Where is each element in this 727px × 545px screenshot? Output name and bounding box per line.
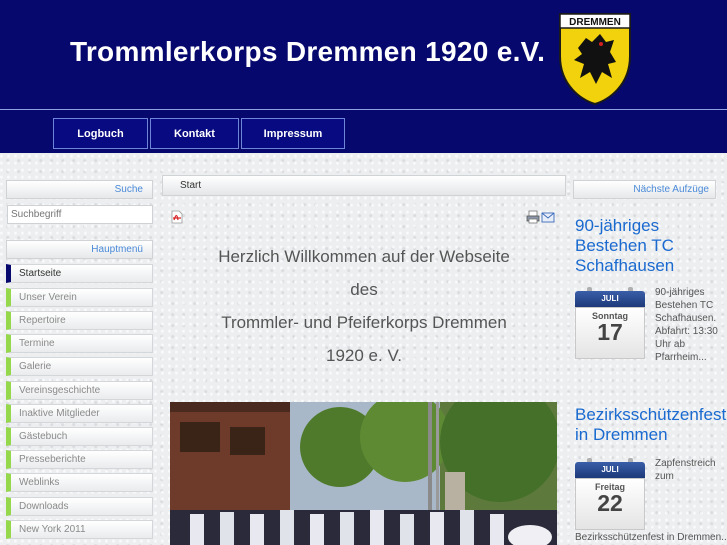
welcome-message: Herzlich Willkommen auf der Webseite des… [162, 244, 566, 376]
menu-item-unser-verein[interactable]: Unser Verein [6, 288, 153, 307]
event-1-title[interactable]: 90-jähriges Bestehen TC Schafhausen [575, 216, 674, 276]
welcome-line-3: Trommler- und Pfeiferkorps Dremmen [221, 313, 507, 332]
event-2-date: Freitag 22 [575, 478, 645, 530]
event-2-desc-line: Zapfenstreich [655, 458, 716, 469]
menu-item-presseberichte[interactable]: Presseberichte [6, 450, 153, 469]
welcome-line-2: des [350, 280, 378, 299]
event-1-desc-line: Uhr ab [655, 339, 686, 350]
menu-item-termine[interactable]: Termine [6, 334, 153, 353]
event-1-calendar-icon: JULI Sonntag 17 [575, 287, 645, 359]
event-1-day: 17 [597, 319, 623, 345]
event-2-month: JULI [575, 462, 645, 478]
event-2-title-line-2: in Dremmen [575, 425, 668, 444]
upcoming-events-heading: Nächste Aufzüge [573, 180, 716, 199]
event-1-desc-line: Pfarrheim... [655, 352, 707, 363]
search-input[interactable] [7, 205, 153, 224]
event-2-day: 22 [597, 490, 623, 516]
event-1-desc-line: Abfahrt: 13:30 [655, 326, 718, 337]
event-1-title-line-3: Schafhausen [575, 256, 675, 275]
print-icon[interactable] [526, 210, 540, 224]
event-2-calendar-icon: JULI Freitag 22 [575, 458, 645, 530]
email-icon[interactable] [541, 210, 555, 224]
menu-item-startseite[interactable]: Startseite [6, 264, 153, 283]
event-1-desc-line: Schafhausen. [655, 313, 717, 324]
club-crest-logo[interactable]: DREMMEN [556, 8, 634, 106]
event-2-footer: Bezirksschützenfest in Dremmen... [575, 532, 727, 543]
main-menu-heading: Hauptmenü [6, 240, 153, 259]
site-header: Trommlerkorps Dremmen 1920 e.V. DREMMEN [0, 0, 727, 110]
event-2-title-line-1: Bezirksschützenfest [575, 405, 727, 424]
event-1-description: 90-jähriges Bestehen TC Schafhausen. Abf… [655, 286, 725, 364]
pdf-icon[interactable] [171, 210, 183, 224]
nav-impressum[interactable]: Impressum [241, 118, 345, 149]
menu-item-inaktive-mitglieder[interactable]: Inaktive Mitglieder [6, 404, 153, 423]
nav-kontakt[interactable]: Kontakt [150, 118, 239, 149]
event-1-title-line-2: Bestehen TC [575, 236, 674, 255]
band-photo [170, 402, 557, 545]
event-1-month: JULI [575, 291, 645, 307]
nav-logbuch[interactable]: Logbuch [53, 118, 148, 149]
menu-item-repertoire[interactable]: Repertoire [6, 311, 153, 330]
welcome-line-1: Herzlich Willkommen auf der Webseite [218, 247, 510, 266]
menu-item-weblinks[interactable]: Weblinks [6, 473, 153, 492]
event-2-title[interactable]: Bezirksschützenfest in Dremmen [575, 405, 726, 445]
crest-label: DREMMEN [569, 17, 621, 28]
menu-item-downloads[interactable]: Downloads [6, 497, 153, 516]
event-2-desc-line: zum [655, 471, 674, 482]
event-2-description: Zapfenstreich zum [655, 457, 725, 483]
menu-item-new-york-2011[interactable]: New York 2011 [6, 520, 153, 539]
event-1-title-line-1: 90-jähriges [575, 216, 660, 235]
main-navigation: Logbuch Kontakt Impressum [0, 110, 727, 153]
breadcrumb[interactable]: Start [162, 175, 566, 196]
welcome-line-4: 1920 e. V. [326, 346, 402, 365]
menu-item-galerie[interactable]: Galerie [6, 357, 153, 376]
event-1-date: Sonntag 17 [575, 307, 645, 359]
event-1-desc-line: Bestehen TC [655, 300, 714, 311]
menu-item-gaestebuch[interactable]: Gästebuch [6, 427, 153, 446]
site-title: Trommlerkorps Dremmen 1920 e.V. [70, 36, 546, 67]
search-heading: Suche [6, 180, 153, 199]
menu-item-vereinsgeschichte[interactable]: Vereinsgeschichte [6, 381, 153, 400]
event-1-desc-line: 90-jähriges [655, 287, 705, 298]
